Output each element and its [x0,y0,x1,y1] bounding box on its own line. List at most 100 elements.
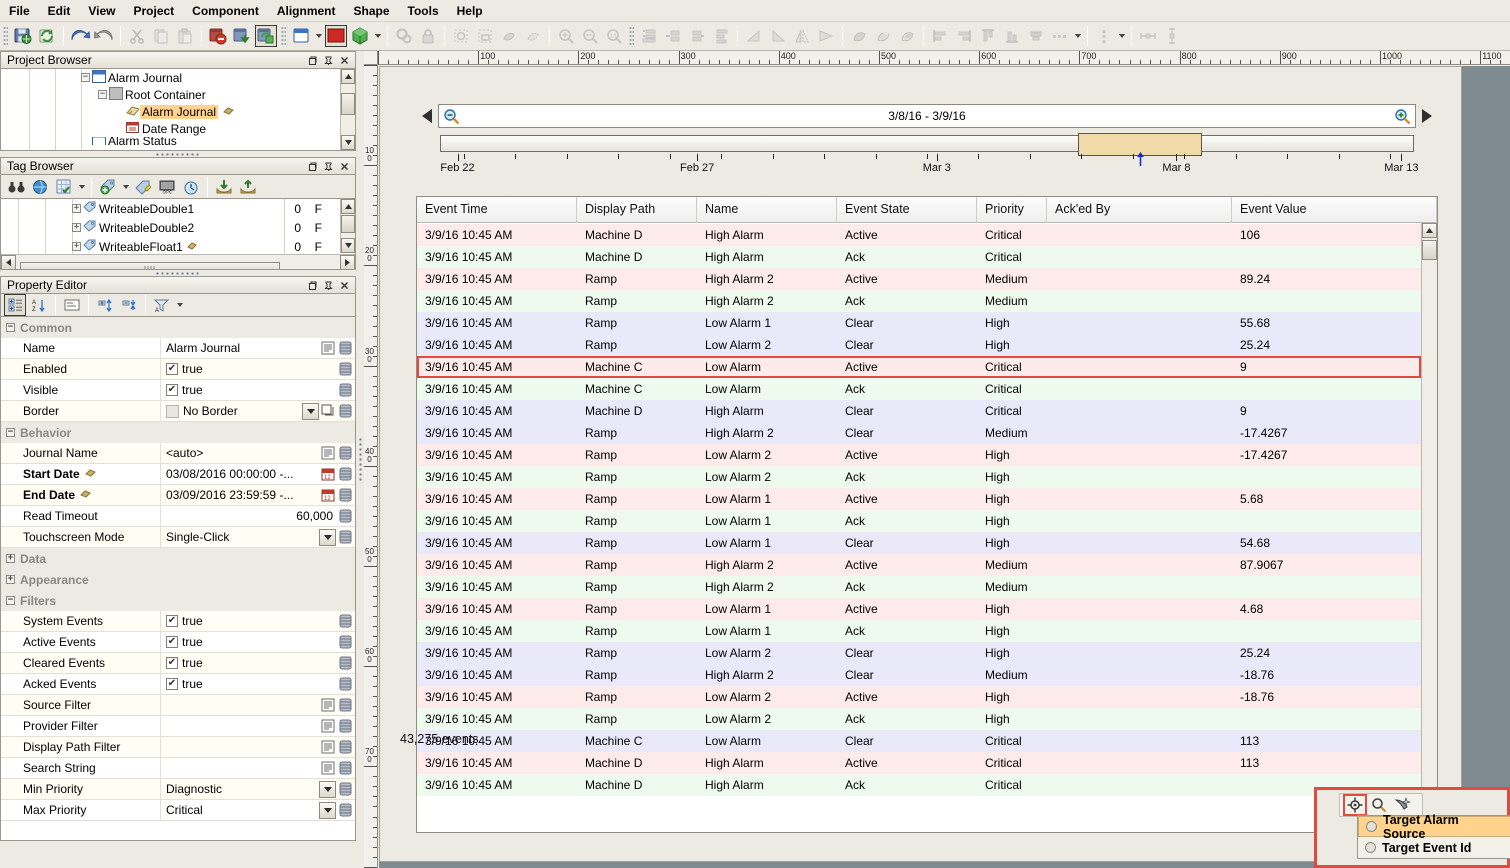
property-value-wrap[interactable]: true [161,380,338,400]
table-row[interactable]: 3/9/16 10:45 AMRampLow Alarm 1ActiveHigh… [417,598,1421,620]
table-row[interactable]: 3/9/16 10:45 AMRampHigh Alarm 2ClearMedi… [417,422,1421,444]
toolbar-grip[interactable] [281,26,286,46]
table-row[interactable]: 3/9/16 10:45 AMRampLow Alarm 1ClearHigh5… [417,532,1421,554]
tag-expander[interactable]: + [72,242,81,251]
property-row-name[interactable]: Name Alarm Journal [1,338,355,359]
enabled-checkbox[interactable] [166,363,178,375]
scroll-up-button[interactable] [341,199,355,214]
column-header-display-path[interactable]: Display Path [577,197,697,223]
binding-icon[interactable] [338,488,353,503]
table-row[interactable]: 3/9/16 10:45 AMMachine CLow AlarmAckCrit… [417,378,1421,400]
shape-deselect-icon[interactable] [522,25,544,47]
chevron-down-icon[interactable] [1072,25,1083,47]
property-row-provider-filter[interactable]: Provider Filter [1,716,355,737]
lock-icon[interactable] [417,25,439,47]
restore-icon[interactable] [305,159,320,174]
globe-icon[interactable] [29,176,51,198]
zoom-out-icon[interactable] [443,108,460,128]
edit-tag-icon[interactable] [132,176,154,198]
property-value[interactable]: Diagnostic [161,779,319,799]
max-priority-dropdown[interactable] [319,802,336,819]
copy-icon[interactable] [150,25,172,47]
menu-view[interactable]: View [79,2,124,20]
border-dropdown-button[interactable] [302,403,319,420]
tree-item-date-range[interactable]: Date Range [1,120,339,137]
menu-file[interactable]: File [0,2,39,20]
property-value[interactable]: Alarm Journal [161,338,321,358]
radio-icon[interactable] [1366,821,1377,832]
menu-edit[interactable]: Edit [39,2,80,20]
property-row-journal-name[interactable]: Journal Name <auto> [1,443,355,464]
category-expander[interactable]: − [6,428,15,437]
property-value-wrap[interactable]: true [161,359,338,379]
align-right-icon[interactable] [953,25,975,47]
restore-icon[interactable] [305,53,320,68]
import-icon[interactable] [213,176,235,198]
table-row[interactable]: 3/9/16 10:45 AMRampLow Alarm 2ClearHigh2… [417,334,1421,356]
property-value[interactable] [161,758,321,778]
opc-icon[interactable]: OPC [156,176,178,198]
chevron-down-icon[interactable] [174,294,185,316]
alarm-target-menu[interactable]: Target Alarm Source Target Event Id [1357,815,1510,859]
table-row[interactable]: 3/9/16 10:45 AMRampLow Alarm 1ActiveHigh… [417,488,1421,510]
scroll-thumb[interactable] [1422,240,1437,260]
cleared-events-checkbox[interactable] [166,657,178,669]
shape-union-icon[interactable] [848,25,870,47]
align-top-icon[interactable] [977,25,999,47]
min-priority-dropdown[interactable] [319,781,336,798]
property-row-read-timeout[interactable]: Read Timeout 60,000 [1,506,355,527]
property-row-enabled[interactable]: Enabled true [1,359,355,380]
table-row[interactable]: 3/9/16 10:45 AMRampLow Alarm 2ClearHigh2… [417,642,1421,664]
binding-icon[interactable] [338,614,353,629]
vertical-dots-icon[interactable] [1093,25,1115,47]
binding-icon[interactable] [338,446,353,461]
property-value[interactable] [161,716,321,736]
toolbar-grip[interactable] [3,26,8,46]
binding-icon[interactable] [338,656,353,671]
grid-check-icon[interactable] [53,176,75,198]
property-category-common[interactable]: − Common [1,317,355,338]
property-row-start-date[interactable]: Start Date 03/08/2016 00:00:00 -... 12 [1,464,355,485]
align-center-icon[interactable] [1025,25,1047,47]
zoom-reset-icon[interactable]: 1:1 [603,25,625,47]
table-row[interactable]: 3/9/16 10:45 AMRampLow Alarm 2ActiveHigh… [417,686,1421,708]
property-value-wrap[interactable]: true [161,674,338,694]
binding-icon[interactable] [338,698,353,713]
tree-item-alarm-journal-component[interactable]: Alarm Journal [1,103,339,120]
tree-expander[interactable]: − [98,90,107,99]
copy-style-icon[interactable] [321,404,336,419]
property-row-acked-events[interactable]: Acked Events true [1,674,355,695]
property-row-min-priority[interactable]: Min Priority Diagnostic [1,779,355,800]
select-region-icon[interactable] [474,25,496,47]
refresh-icon[interactable] [36,25,58,47]
text-edit-icon[interactable] [321,446,336,461]
next-arrow-icon[interactable] [1416,103,1438,129]
pin-icon[interactable] [321,278,336,293]
table-row[interactable]: 3/9/16 10:45 AMRampHigh Alarm 2AckMedium [417,290,1421,312]
property-row-cleared-events[interactable]: Cleared Events true [1,653,355,674]
table-row[interactable]: 3/9/16 10:45 AMRampHigh Alarm 2AckMedium [417,576,1421,598]
project-tree[interactable]: − Alarm Journal − Root Container [0,69,356,151]
save-icon[interactable] [12,25,34,47]
scroll-down-button[interactable] [341,238,355,253]
menu-help[interactable]: Help [448,2,492,20]
expand-all-icon[interactable] [94,294,116,316]
zoom-out-icon[interactable] [579,25,601,47]
tag-row[interactable]: + WriteableDouble1 0 F [1,199,339,218]
restore-icon[interactable] [305,278,320,293]
gears-icon[interactable] [393,25,415,47]
active-events-checkbox[interactable] [166,636,178,648]
text-edit-icon[interactable] [321,761,336,776]
scroll-left-button[interactable] [1,255,16,270]
redo-icon[interactable] [93,25,115,47]
property-row-search-string[interactable]: Search String [1,758,355,779]
menu-project[interactable]: Project [124,2,183,20]
table-row[interactable]: 3/9/16 10:45 AMMachine DHigh AlarmAckCri… [417,774,1421,796]
delete-window-icon[interactable] [207,25,229,47]
property-category-data[interactable]: + Data [1,548,355,569]
shape-select-icon[interactable] [498,25,520,47]
text-edit-icon[interactable] [321,341,336,356]
scroll-up-button[interactable] [1422,223,1437,238]
design-surface[interactable]: 3/8/16 - 3/9/16 Feb 22Feb 27Mar 3Mar 8Ma… [379,66,1462,862]
binding-icon[interactable] [338,383,353,398]
